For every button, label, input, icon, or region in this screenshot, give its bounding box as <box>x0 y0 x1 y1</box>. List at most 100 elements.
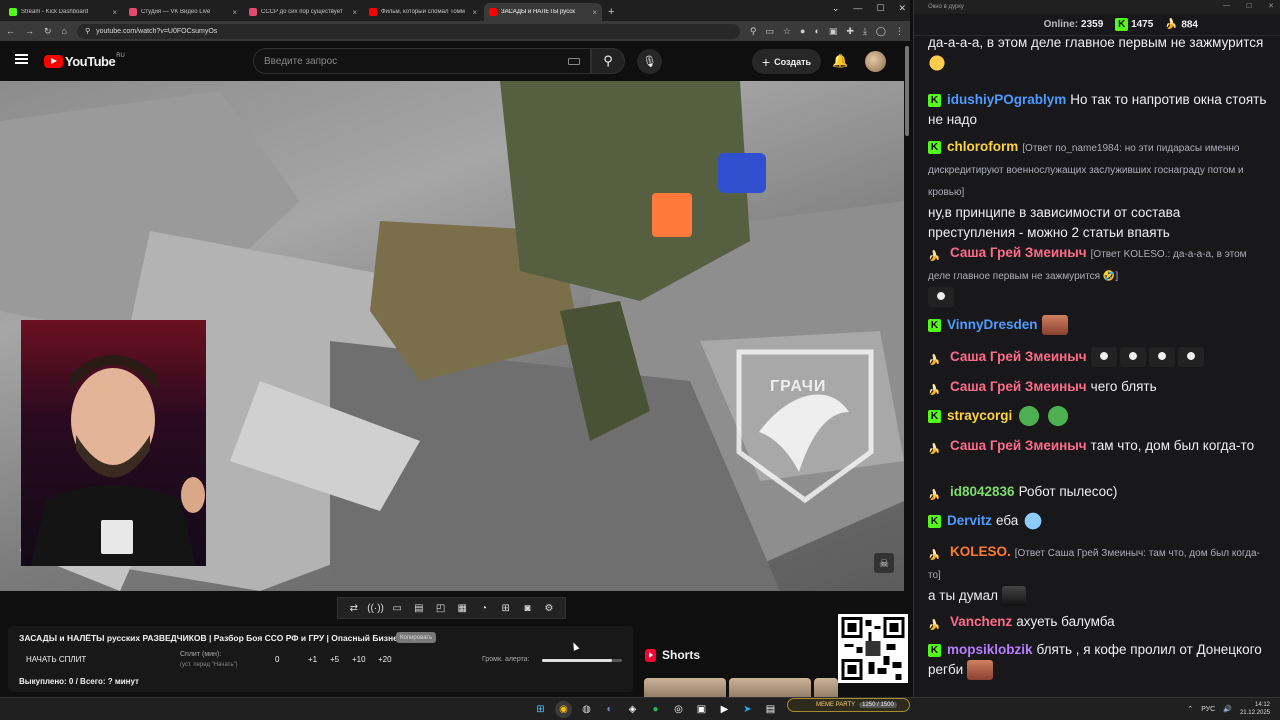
download-icon[interactable]: ⤓ <box>863 26 867 37</box>
emote-cat-icon <box>1119 347 1146 368</box>
start-split-button[interactable]: НАЧАТЬ СПЛИТ <box>26 655 86 664</box>
voice-search-button[interactable]: 🎙 <box>637 49 662 74</box>
app-icon[interactable]: ▶ <box>716 701 733 718</box>
split-label: Сплит (мин): <box>180 651 222 658</box>
notifications-bell-icon[interactable]: 🔔 <box>832 53 848 69</box>
keyboard-icon[interactable] <box>568 58 580 65</box>
close-icon[interactable]: × <box>352 8 357 17</box>
extension-icon[interactable]: ● <box>800 26 805 37</box>
obs-icon[interactable]: ◍ <box>578 701 595 718</box>
chat-username[interactable]: Саша Грей Змеиныч <box>950 438 1087 453</box>
chat-username[interactable]: Саша Грей Змеиныч <box>950 379 1087 394</box>
browser-tab[interactable]: СССР до сих пор существует × <box>244 3 362 21</box>
hamburger-menu-icon[interactable] <box>15 54 28 64</box>
search-input[interactable]: Введите запрос <box>253 48 591 74</box>
chat-message: 🍌 KOLESO. [Ответ Саша Грей Змеиныч: там чт… <box>928 542 1270 607</box>
copy-button[interactable]: Копировать <box>396 632 437 643</box>
bookmark-star-icon[interactable]: ☆ <box>783 26 791 37</box>
app-icon[interactable]: ▤ <box>762 701 779 718</box>
start-menu-icon[interactable]: ⊞ <box>532 701 549 718</box>
cast-icon[interactable]: ▭ <box>765 26 774 37</box>
chat-username[interactable]: id8042836 <box>950 484 1015 499</box>
emote-face-icon <box>966 660 993 681</box>
new-tab-button[interactable]: + <box>608 6 614 18</box>
app-icon[interactable]: ◎ <box>670 701 687 718</box>
clock[interactable]: 14:12 21.12.2025 <box>1240 701 1270 717</box>
back-icon[interactable]: ← <box>6 26 15 36</box>
site-info-icon[interactable]: ⚲ <box>85 27 90 35</box>
tab-title: Студия — VK Видео Live <box>141 9 211 15</box>
account-avatar[interactable] <box>865 51 886 72</box>
chat-username[interactable]: idushiyPOgrablym <box>947 92 1066 107</box>
settings-icon[interactable]: ⚙ <box>542 602 556 614</box>
search-button[interactable]: ⚲ <box>591 48 625 74</box>
home-icon[interactable]: ⌂ <box>62 26 67 36</box>
chat-window-controls: — ☐ ✕ <box>1223 2 1274 10</box>
alert-volume-slider[interactable] <box>542 659 622 662</box>
video-info-panel: ЗАСАДЫ и НАЛЁТЫ русских РАЗВЕДЧИКОВ | Ра… <box>8 626 633 692</box>
tab-search-icon[interactable]: ⌄ <box>832 3 840 14</box>
tray-chevron-icon[interactable]: ⌃ <box>1187 705 1193 713</box>
emote-blue-icon <box>1022 511 1045 532</box>
film-icon[interactable]: ▤ <box>412 602 426 614</box>
camera-icon[interactable]: ◙ <box>520 602 534 614</box>
input-language[interactable]: РУС <box>1201 706 1215 713</box>
browser-tab-active[interactable]: ЗАСАДЫ и НАЛЁТЫ русск × <box>484 3 602 21</box>
profile-icon[interactable]: ◯ <box>876 26 886 37</box>
chat-username[interactable]: Dervitz <box>947 513 992 528</box>
browser-tab[interactable]: Студия — VK Видео Live × <box>124 3 242 21</box>
extension-icon[interactable]: ✚ <box>846 26 854 37</box>
url-bar[interactable]: ⚲ youtube.com/watch?v=U0FOCsumyOs <box>76 23 740 39</box>
radio-icon[interactable]: ((·)) <box>367 602 384 614</box>
chrome-icon[interactable]: ◉ <box>555 701 572 718</box>
speed-icon[interactable]: ◔ <box>477 602 491 614</box>
zoom-icon[interactable]: ⚲ <box>750 26 757 37</box>
extension-icon[interactable]: ◐ <box>814 26 819 37</box>
add-5-button[interactable]: +5 <box>330 655 339 664</box>
steam-icon[interactable]: ◈ <box>624 701 641 718</box>
chat-username[interactable]: mopsiklobzik <box>947 642 1033 657</box>
minimize-icon[interactable]: — <box>1223 2 1230 10</box>
close-icon[interactable]: × <box>592 8 597 17</box>
extension-icon[interactable]: ▣ <box>829 26 838 37</box>
add-1-button[interactable]: +1 <box>308 655 317 664</box>
add-10-button[interactable]: +10 <box>352 655 366 664</box>
close-window-icon[interactable]: ✕ <box>898 3 906 14</box>
chat-username[interactable]: Vanchenz <box>950 614 1012 629</box>
chat-username[interactable]: VinnyDresden <box>947 317 1038 332</box>
clock-date: 21.12.2025 <box>1239 710 1270 716</box>
browser-tab[interactable]: Фильм, который сломал Томм × <box>364 3 482 21</box>
browser-menu-icon[interactable]: ⋮ <box>895 26 904 37</box>
chat-username[interactable]: chloroform <box>947 139 1018 154</box>
close-icon[interactable]: × <box>232 8 237 17</box>
chat-username[interactable]: Саша Грей Змеиныч <box>950 349 1087 364</box>
page-scrollbar[interactable] <box>905 46 909 136</box>
chat-username[interactable]: Саша Грей Змеиныч <box>950 245 1087 260</box>
close-window-icon[interactable]: ✕ <box>1268 2 1274 10</box>
spotify-icon[interactable]: ● <box>647 701 664 718</box>
close-icon[interactable]: × <box>112 8 117 17</box>
youtube-logo[interactable]: YouTube RU <box>44 53 125 69</box>
chat-username[interactable]: KOLESO. <box>950 544 1011 559</box>
close-icon[interactable]: × <box>472 8 477 17</box>
discord-icon[interactable]: ◐ <box>601 701 618 718</box>
app-icon[interactable]: ▣ <box>693 701 710 718</box>
frames-icon[interactable]: ▦ <box>455 602 469 614</box>
add-20-button[interactable]: +20 <box>378 655 392 664</box>
meme-party-widget[interactable]: MEME PARTY 1250 / 1500 <box>787 698 910 712</box>
reload-icon[interactable]: ↻ <box>44 26 52 37</box>
add-icon[interactable]: ⊞ <box>499 602 513 614</box>
aspect-icon[interactable]: ◰ <box>434 602 448 614</box>
chat-username[interactable]: straycorgi <box>947 408 1012 423</box>
repeat-icon[interactable]: ⇄ <box>347 602 361 614</box>
forward-icon[interactable]: → <box>25 26 34 36</box>
monitor-icon[interactable]: ▭ <box>390 602 404 614</box>
create-button[interactable]: + Создать <box>752 49 821 74</box>
chat-message: KidushiyPOgrablym Но так то напротив окна… <box>928 90 1270 130</box>
minimize-icon[interactable]: — <box>853 3 862 14</box>
maximize-icon[interactable]: ☐ <box>876 3 884 14</box>
maximize-icon[interactable]: ☐ <box>1246 2 1252 10</box>
telegram-icon[interactable]: ➤ <box>739 701 756 718</box>
speaker-icon[interactable]: 🔊 <box>1223 705 1232 713</box>
browser-tab[interactable]: Stream - Kick Dashboard × <box>4 3 122 21</box>
